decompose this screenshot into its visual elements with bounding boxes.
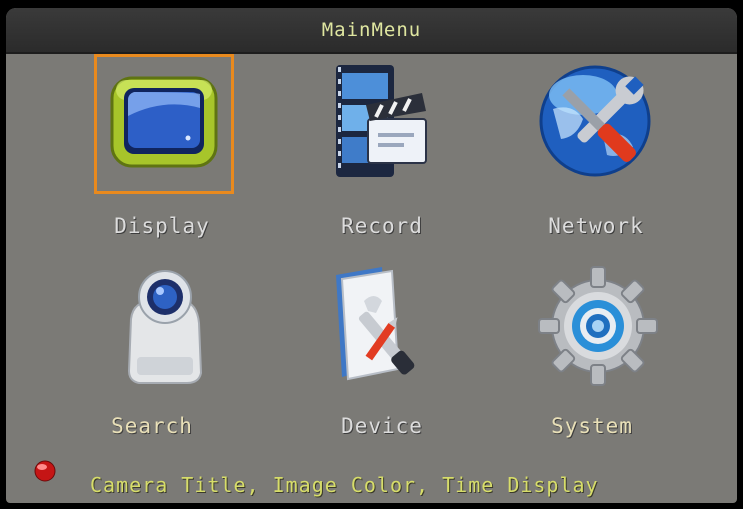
menu-item-network[interactable]	[528, 54, 668, 194]
red-led-icon	[34, 460, 56, 482]
menu-label-system: System	[551, 414, 633, 438]
menu-item-record[interactable]	[308, 54, 448, 194]
monitor-icon	[110, 76, 218, 168]
menu-item-device[interactable]	[308, 256, 448, 396]
menu-label-record: Record	[341, 214, 423, 238]
menu-item-system[interactable]	[528, 256, 668, 396]
film-clapper-icon	[336, 65, 427, 177]
globe-wrench-icon	[539, 65, 651, 177]
menu-label-search: Search	[111, 414, 193, 438]
menu-label-display: Display	[114, 214, 210, 238]
camera-icon	[127, 270, 203, 384]
gear-icon	[538, 266, 658, 386]
status-hint: Camera Title, Image Color, Time Display	[90, 473, 599, 497]
menu-label-network: Network	[548, 214, 644, 238]
menu-item-search[interactable]	[94, 256, 234, 396]
menu-label-device: Device	[341, 414, 423, 438]
main-menu-screen: MainMenu Display Record Network Search D…	[6, 8, 737, 503]
title-bar: MainMenu	[6, 8, 737, 54]
folder-tools-icon	[336, 267, 415, 381]
page-title: MainMenu	[321, 19, 422, 41]
menu-item-display[interactable]	[94, 54, 234, 194]
